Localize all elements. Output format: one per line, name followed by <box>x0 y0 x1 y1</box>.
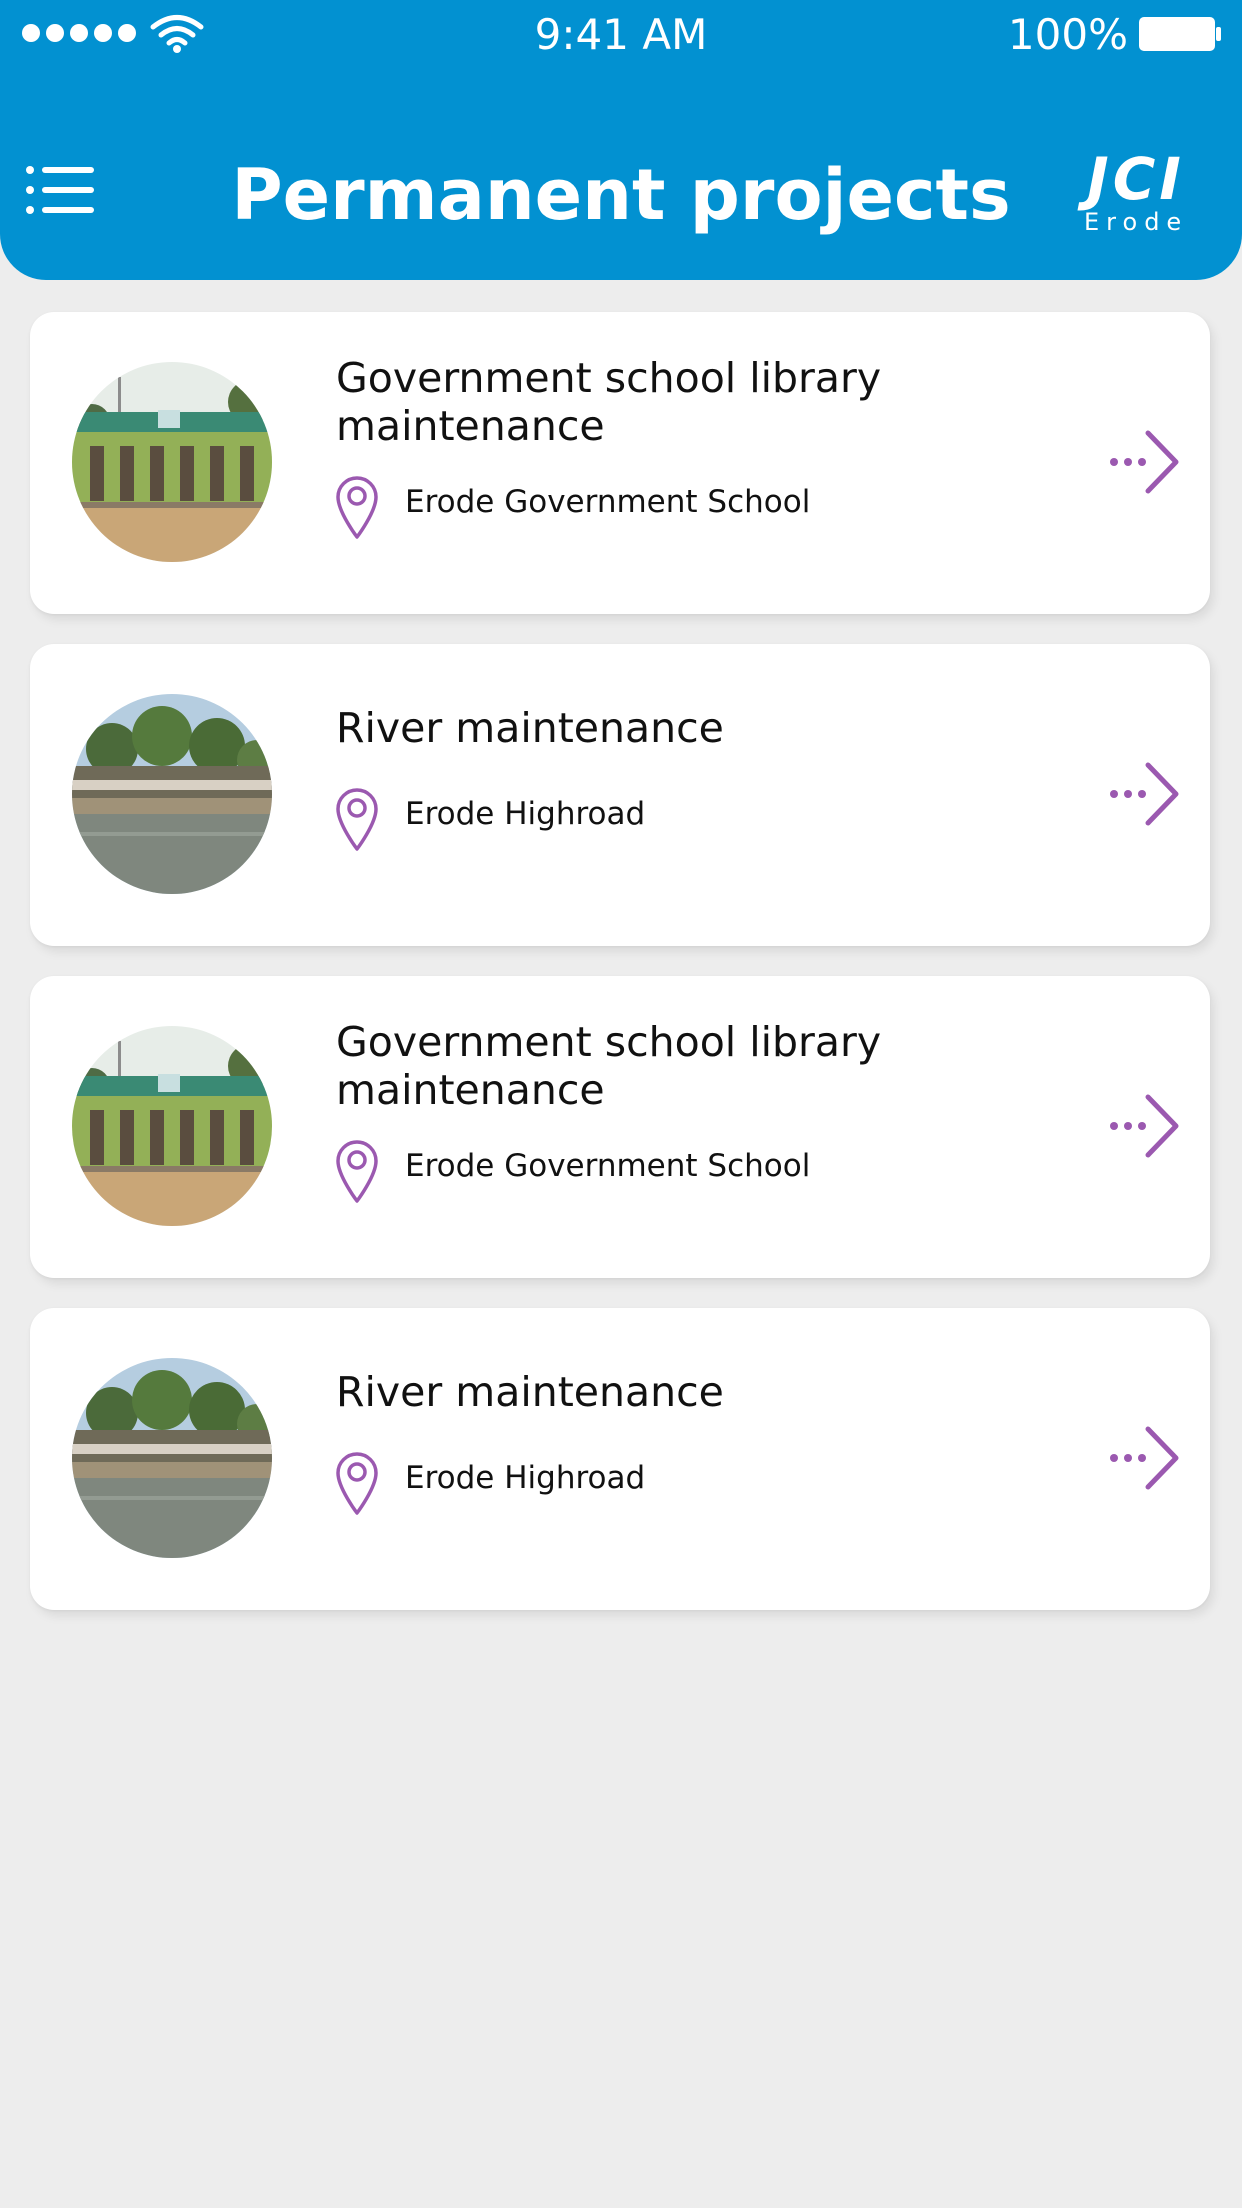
project-location: Erode Government School <box>405 1148 811 1184</box>
brand-logo-main: JCI <box>1087 145 1185 213</box>
battery-icon <box>1139 17 1221 51</box>
arrow-right-icon[interactable] <box>1108 1425 1180 1491</box>
project-thumbnail <box>72 1358 272 1558</box>
project-thumbnail <box>72 362 272 562</box>
battery-percent: 100% <box>1007 10 1128 59</box>
project-title: Government school library maintenance <box>336 354 882 450</box>
project-card[interactable]: River maintenance Erode Highroad <box>30 644 1210 946</box>
school-photo-icon <box>72 362 272 562</box>
app-header: 9:41 AM 100% Permanent projects JCI Erod… <box>0 0 1242 280</box>
location-pin-icon <box>336 476 378 539</box>
location-pin-icon <box>336 788 378 851</box>
project-thumbnail <box>72 694 272 894</box>
project-location: Erode Highroad <box>405 1460 646 1496</box>
river-photo-icon <box>72 694 272 894</box>
school-photo-icon <box>72 1026 272 1226</box>
project-title: River maintenance <box>336 704 724 752</box>
project-thumbnail <box>72 1026 272 1226</box>
project-card[interactable]: Government school library maintenance Er… <box>30 312 1210 614</box>
page-title: Permanent projects <box>231 154 1011 236</box>
river-photo-icon <box>72 1358 272 1558</box>
project-title: River maintenance <box>336 1368 724 1416</box>
arrow-right-icon[interactable] <box>1108 429 1180 495</box>
brand-logo-sub: Erode <box>1084 208 1189 236</box>
project-location: Erode Highroad <box>405 796 646 832</box>
status-bar: 9:41 AM 100% <box>0 0 1242 70</box>
project-card[interactable]: River maintenance Erode Highroad <box>30 1308 1210 1610</box>
location-pin-icon <box>336 1140 378 1203</box>
arrow-right-icon[interactable] <box>1108 761 1180 827</box>
project-card[interactable]: Government school library maintenance Er… <box>30 976 1210 1278</box>
brand-logo: JCI Erode <box>1084 150 1188 236</box>
project-location: Erode Government School <box>405 484 811 520</box>
arrow-right-icon[interactable] <box>1108 1093 1180 1159</box>
location-pin-icon <box>336 1452 378 1515</box>
project-title: Government school library maintenance <box>336 1018 882 1114</box>
